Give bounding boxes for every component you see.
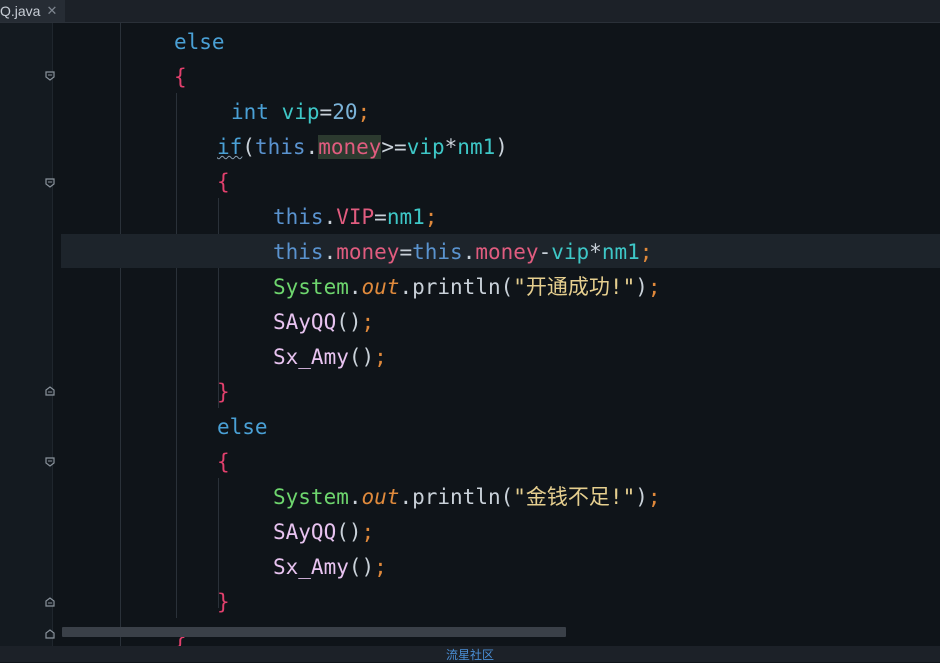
keyword-this: this [254,135,306,159]
field-money: money [475,240,539,264]
method-call: Sx_Amy [273,345,349,369]
code-line: SAyQQ(); [273,305,374,340]
code-line: { [217,165,230,200]
variable: nm1 [601,240,640,264]
semicolon: ; [361,520,375,544]
variable: nm1 [386,205,425,229]
close-icon[interactable]: ✕ [46,3,57,19]
tab-file[interactable]: Q.java ✕ [0,0,66,22]
code-line: Sx_Amy(); [273,340,387,375]
operator: = [319,100,333,124]
horizontal-scrollbar[interactable] [62,627,566,637]
code-editor[interactable]: else { int vip=20; if(this.money>=vip*nm… [53,23,940,646]
field-money: money [336,240,400,264]
semicolon: ; [357,100,371,124]
paren: ) [635,275,648,299]
method-println: println [412,275,501,299]
keyword-this: this [273,205,324,229]
keyword-else: else [217,415,268,439]
dot: . [348,275,362,299]
operator: * [589,240,602,264]
watermark-text: 流星社区 [445,647,494,662]
keyword-else: else [174,30,225,54]
editor-tab-bar: Q.java ✕ [0,0,940,23]
keyword-this: this [412,240,463,264]
code-line: { [217,445,230,480]
static-field-out: out [361,485,400,509]
code-line: Sx_Amy(); [273,550,387,585]
code-line: System.out.println("金钱不足!"); [273,480,661,515]
operator: >= [381,135,407,159]
class-system: System [273,275,349,299]
operator: = [374,205,387,229]
keyword-if: if [217,135,243,159]
variable: nm1 [457,135,496,159]
dot: . [323,240,337,264]
dot: . [305,135,319,159]
dot: . [399,275,413,299]
keyword-this: this [273,240,324,264]
operator: = [399,240,413,264]
code-line: { [174,60,187,95]
operator: - [538,240,552,264]
method-call: Sx_Amy [273,555,349,579]
semicolon: ; [361,310,375,334]
code-line: System.out.println("开通成功!"); [273,270,661,305]
semicolon: ; [424,205,438,229]
variable: vip [406,135,445,159]
code-line: } [217,585,230,620]
paren: ( [500,485,514,509]
dot: . [323,205,337,229]
brace: { [217,170,230,194]
field-money: money [318,135,382,159]
dot: . [348,485,362,509]
code-line: if(this.money>=vip*nm1) [217,130,508,165]
brace: } [217,380,230,404]
paren: () [336,520,362,544]
variable: vip [281,100,320,124]
variable: vip [551,240,590,264]
dot: . [462,240,476,264]
brace: } [217,590,230,614]
code-line: this.VIP=nm1; [273,200,437,235]
status-bar: 流星社区 [0,646,940,662]
brace: { [217,450,230,474]
editor-gutter [0,23,55,646]
method-call: SAyQQ [273,520,337,544]
class-system: System [273,485,349,509]
indent-guide [176,93,177,618]
paren: () [348,345,375,369]
keyword-int: int [231,100,269,124]
method-println: println [412,485,501,509]
paren: ) [495,135,508,159]
method-call: SAyQQ [273,310,337,334]
paren: () [336,310,362,334]
semicolon: ; [647,275,661,299]
indent-guide [120,23,121,646]
code-line: else [217,410,268,445]
code-line: this.money=this.money-vip*nm1; [273,235,652,270]
dot: . [399,485,413,509]
paren: ( [500,275,514,299]
tab-title: Q.java [0,3,41,19]
code-line: } [217,375,230,410]
brace: { [174,65,187,89]
code-line: SAyQQ(); [273,515,374,550]
paren: ) [635,485,648,509]
semicolon: ; [639,240,653,264]
string-literal: "金钱不足!" [513,485,636,509]
code-line: else [174,25,225,60]
field-vip: VIP [336,205,375,229]
static-field-out: out [361,275,400,299]
semicolon: ; [374,345,387,369]
number-literal: 20 [332,100,358,124]
code-line: int vip=20; [231,95,370,130]
paren: ( [242,135,255,159]
operator: * [444,135,458,159]
semicolon: ; [647,485,661,509]
string-literal: "开通成功!" [513,275,636,299]
paren: () [348,555,375,579]
semicolon: ; [374,555,387,579]
